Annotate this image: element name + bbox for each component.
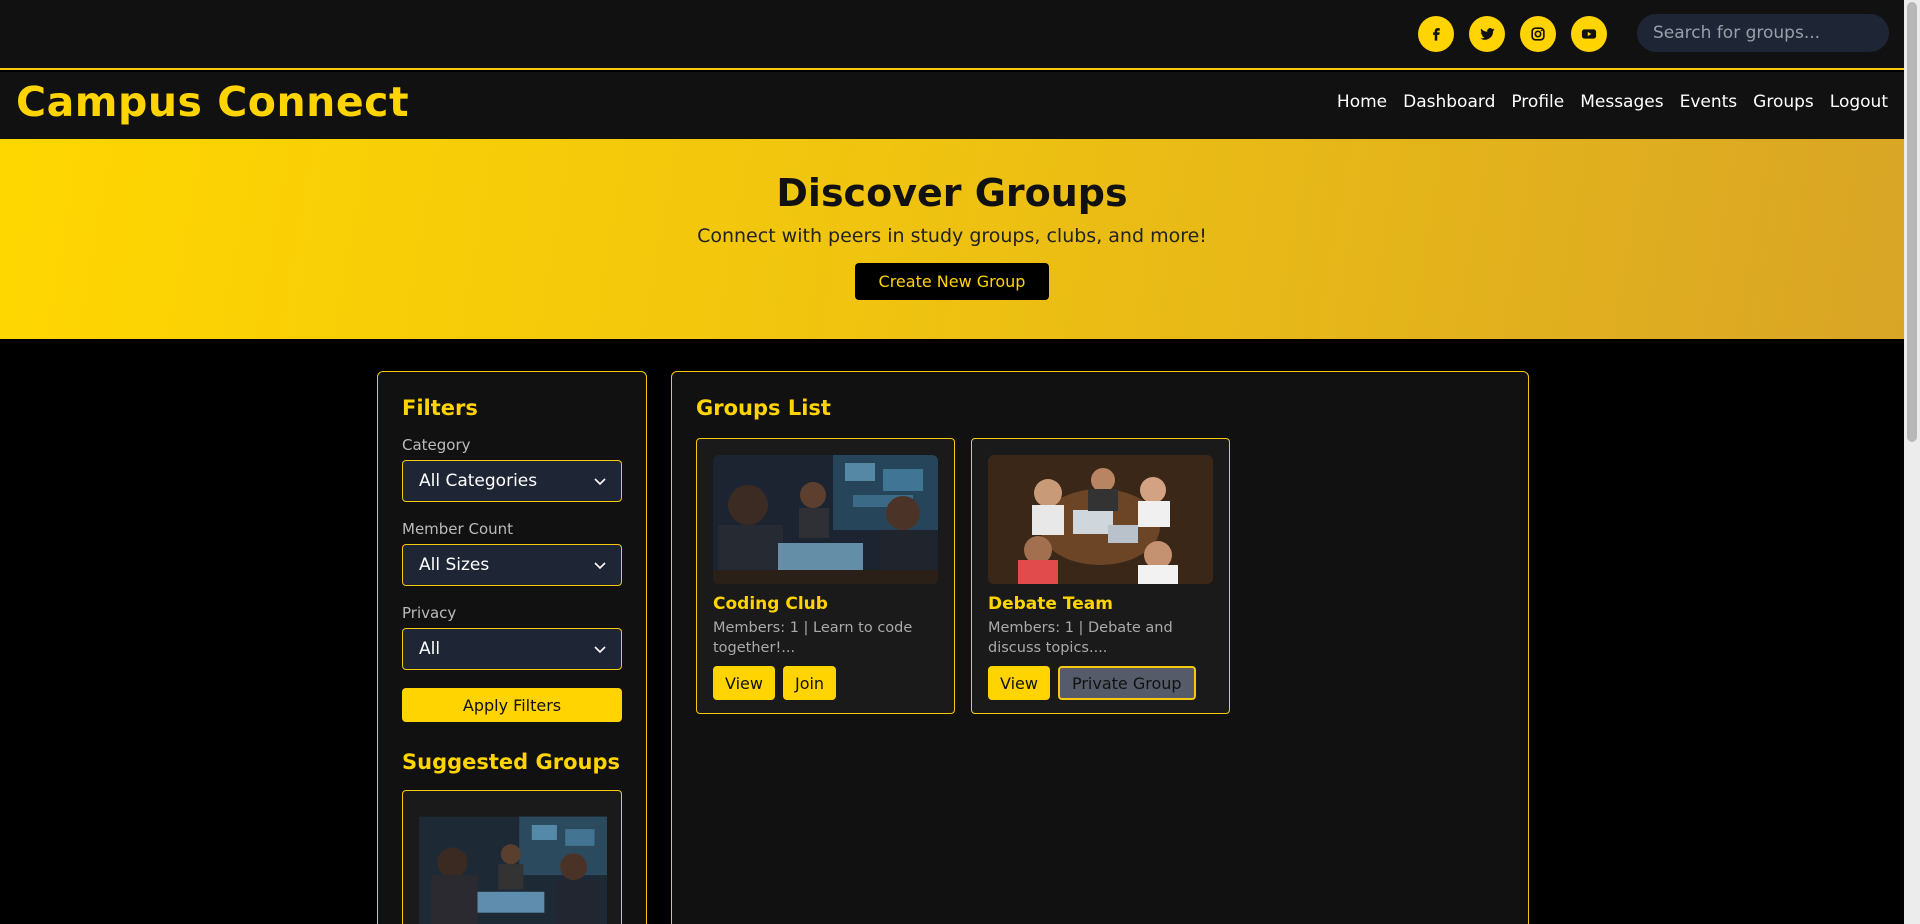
group-card: Coding Club Members: 1 | Learn to code t… xyxy=(696,438,955,714)
hero-subtitle: Connect with peers in study groups, club… xyxy=(697,225,1207,247)
hero-banner: Discover Groups Connect with peers in st… xyxy=(0,139,1904,339)
privacy-value: All xyxy=(419,639,441,659)
group-name[interactable]: Coding Club xyxy=(713,594,938,614)
category-label: Category xyxy=(402,436,471,454)
chevron-down-icon xyxy=(594,478,606,486)
navbar: Campus Connect Home Dashboard Profile Me… xyxy=(0,72,1904,139)
group-thumbnail xyxy=(713,455,938,584)
suggested-group-card[interactable] xyxy=(402,790,622,924)
privacy-label: Privacy xyxy=(402,604,457,622)
main-nav: Home Dashboard Profile Messages Events G… xyxy=(1337,92,1888,112)
nav-profile[interactable]: Profile xyxy=(1511,92,1564,112)
member-count-label: Member Count xyxy=(402,520,514,538)
top-bar xyxy=(0,0,1904,70)
category-value: All Categories xyxy=(419,471,538,491)
facebook-icon[interactable] xyxy=(1418,16,1454,52)
group-thumbnail xyxy=(988,455,1213,584)
page-title: Discover Groups xyxy=(776,171,1128,215)
group-card: Debate Team Members: 1 | Debate and disc… xyxy=(971,438,1230,714)
apply-filters-button[interactable]: Apply Filters xyxy=(402,688,622,722)
site-logo[interactable]: Campus Connect xyxy=(16,78,409,126)
view-group-button[interactable]: View xyxy=(713,666,775,700)
youtube-icon[interactable] xyxy=(1571,16,1607,52)
view-group-button[interactable]: View xyxy=(988,666,1050,700)
join-group-button[interactable]: Join xyxy=(782,666,837,700)
groups-list-title: Groups List xyxy=(696,396,831,420)
privacy-select[interactable]: All xyxy=(402,628,622,670)
nav-groups[interactable]: Groups xyxy=(1753,92,1814,112)
group-name[interactable]: Debate Team xyxy=(988,594,1213,614)
nav-logout[interactable]: Logout xyxy=(1830,92,1888,112)
groups-grid: Coding Club Members: 1 | Learn to code t… xyxy=(696,438,1504,714)
chevron-down-icon xyxy=(594,562,606,570)
filters-panel: Filters Category All Categories Member C… xyxy=(377,371,647,924)
groups-panel: Groups List Coding Club Members: 1 | Lea… xyxy=(671,371,1529,924)
suggested-groups-title: Suggested Groups xyxy=(402,750,621,774)
nav-dashboard[interactable]: Dashboard xyxy=(1403,92,1495,112)
search-input[interactable] xyxy=(1637,14,1889,52)
nav-events[interactable]: Events xyxy=(1680,92,1738,112)
member-count-value: All Sizes xyxy=(419,555,490,575)
category-select[interactable]: All Categories xyxy=(402,460,622,502)
chevron-down-icon xyxy=(594,646,606,654)
scrollbar-thumb[interactable] xyxy=(1907,2,1917,442)
twitter-icon[interactable] xyxy=(1469,16,1505,52)
page-scrollbar[interactable] xyxy=(1904,0,1920,924)
nav-home[interactable]: Home xyxy=(1337,92,1387,112)
group-description: Members: 1 | Learn to code together!... xyxy=(713,620,913,656)
member-count-select[interactable]: All Sizes xyxy=(402,544,622,586)
filters-title: Filters xyxy=(402,396,478,420)
create-group-button[interactable]: Create New Group xyxy=(854,263,1050,300)
group-thumbnail xyxy=(419,816,607,924)
nav-messages[interactable]: Messages xyxy=(1580,92,1663,112)
private-group-button[interactable]: Private Group xyxy=(1057,666,1196,700)
group-description: Members: 1 | Debate and discuss topics..… xyxy=(988,620,1173,656)
instagram-icon[interactable] xyxy=(1520,16,1556,52)
